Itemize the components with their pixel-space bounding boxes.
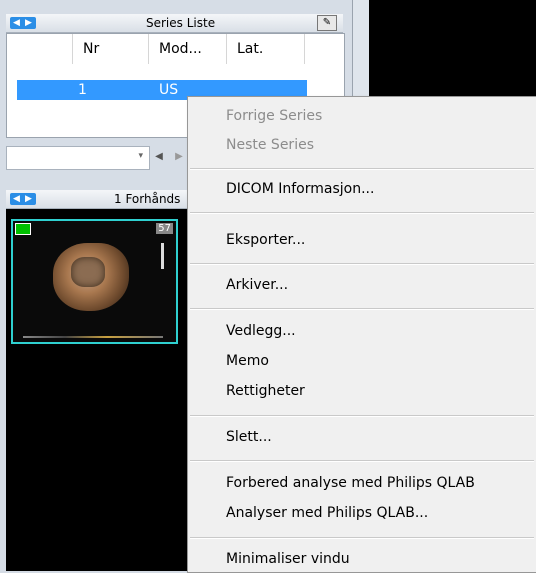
preview-header: ◀ ▶ 1 Forhånds bbox=[6, 190, 206, 209]
preview-next-icon[interactable]: ▶ bbox=[25, 193, 32, 205]
viewer-area bbox=[368, 0, 536, 105]
menu-item-memo[interactable]: Memo bbox=[189, 349, 536, 373]
menu-item-forrige-series[interactable]: Forrige Series bbox=[189, 104, 536, 128]
pin-icon[interactable]: ✎ bbox=[317, 15, 337, 31]
column-header-nr[interactable]: Nr bbox=[73, 34, 149, 64]
menu-separator bbox=[190, 168, 534, 170]
menu-separator bbox=[190, 212, 534, 214]
menu-item-dicom-informasjon[interactable]: DICOM Informasjon... bbox=[189, 177, 536, 201]
menu-item-neste-series[interactable]: Neste Series bbox=[189, 133, 536, 157]
menu-item-eksporter[interactable]: Eksporter... bbox=[189, 228, 536, 252]
menu-separator bbox=[190, 460, 534, 462]
thumbnail-image-count: 57 bbox=[156, 223, 173, 234]
preview-prev-icon[interactable]: ◀ bbox=[13, 193, 20, 205]
column-header-blank[interactable] bbox=[7, 34, 73, 64]
menu-separator bbox=[190, 308, 534, 310]
menu-item-forbered-analyse[interactable]: Forbered analyse med Philips QLAB bbox=[189, 471, 536, 495]
ultrasound-image-detail bbox=[71, 257, 105, 287]
panel-splitter[interactable] bbox=[352, 0, 369, 105]
selected-badge-icon bbox=[15, 223, 31, 235]
series-prev-icon[interactable]: ◀ bbox=[13, 17, 20, 29]
chevron-down-icon[interactable]: ▾ bbox=[138, 151, 143, 161]
series-next-icon[interactable]: ▶ bbox=[25, 17, 32, 29]
series-list-header: ◀ ▶ Series Liste ✎ bbox=[6, 14, 343, 33]
row-mod-cell: US bbox=[159, 82, 179, 98]
menu-item-slett[interactable]: Slett... bbox=[189, 425, 536, 449]
series-thumbnail[interactable]: 57 bbox=[11, 219, 178, 344]
menu-separator bbox=[190, 537, 534, 539]
row-nr-cell: 1 bbox=[78, 82, 87, 98]
series-nav-arrows[interactable]: ◀ ▶ bbox=[10, 17, 36, 29]
series-list-title: Series Liste bbox=[146, 16, 216, 30]
menu-item-analyser-qlab[interactable]: Analyser med Philips QLAB... bbox=[189, 501, 536, 525]
column-header-lat[interactable]: Lat. bbox=[227, 34, 305, 64]
menu-item-arkiver[interactable]: Arkiver... bbox=[189, 273, 536, 297]
context-menu: Forrige Series Neste Series DICOM Inform… bbox=[187, 96, 536, 573]
menu-item-vedlegg[interactable]: Vedlegg... bbox=[189, 319, 536, 343]
menu-item-rettigheter[interactable]: Rettigheter bbox=[189, 379, 536, 403]
prev-button[interactable]: ◀ bbox=[150, 146, 168, 168]
column-header-mod[interactable]: Mod... bbox=[149, 34, 227, 64]
next-button[interactable]: ▶ bbox=[172, 146, 186, 168]
preview-nav-arrows[interactable]: ◀ ▶ bbox=[10, 193, 36, 205]
menu-separator bbox=[190, 263, 534, 265]
scale-marker bbox=[161, 243, 164, 269]
menu-item-minimaliser-vindu[interactable]: Minimaliser vindu bbox=[189, 547, 536, 571]
menu-separator bbox=[190, 415, 534, 417]
preview-title: 1 Forhånds bbox=[114, 192, 181, 206]
thumbnail-scale-bar bbox=[23, 336, 163, 338]
preview-area: 57 bbox=[6, 209, 206, 571]
series-combo[interactable]: ▾ bbox=[6, 146, 150, 170]
